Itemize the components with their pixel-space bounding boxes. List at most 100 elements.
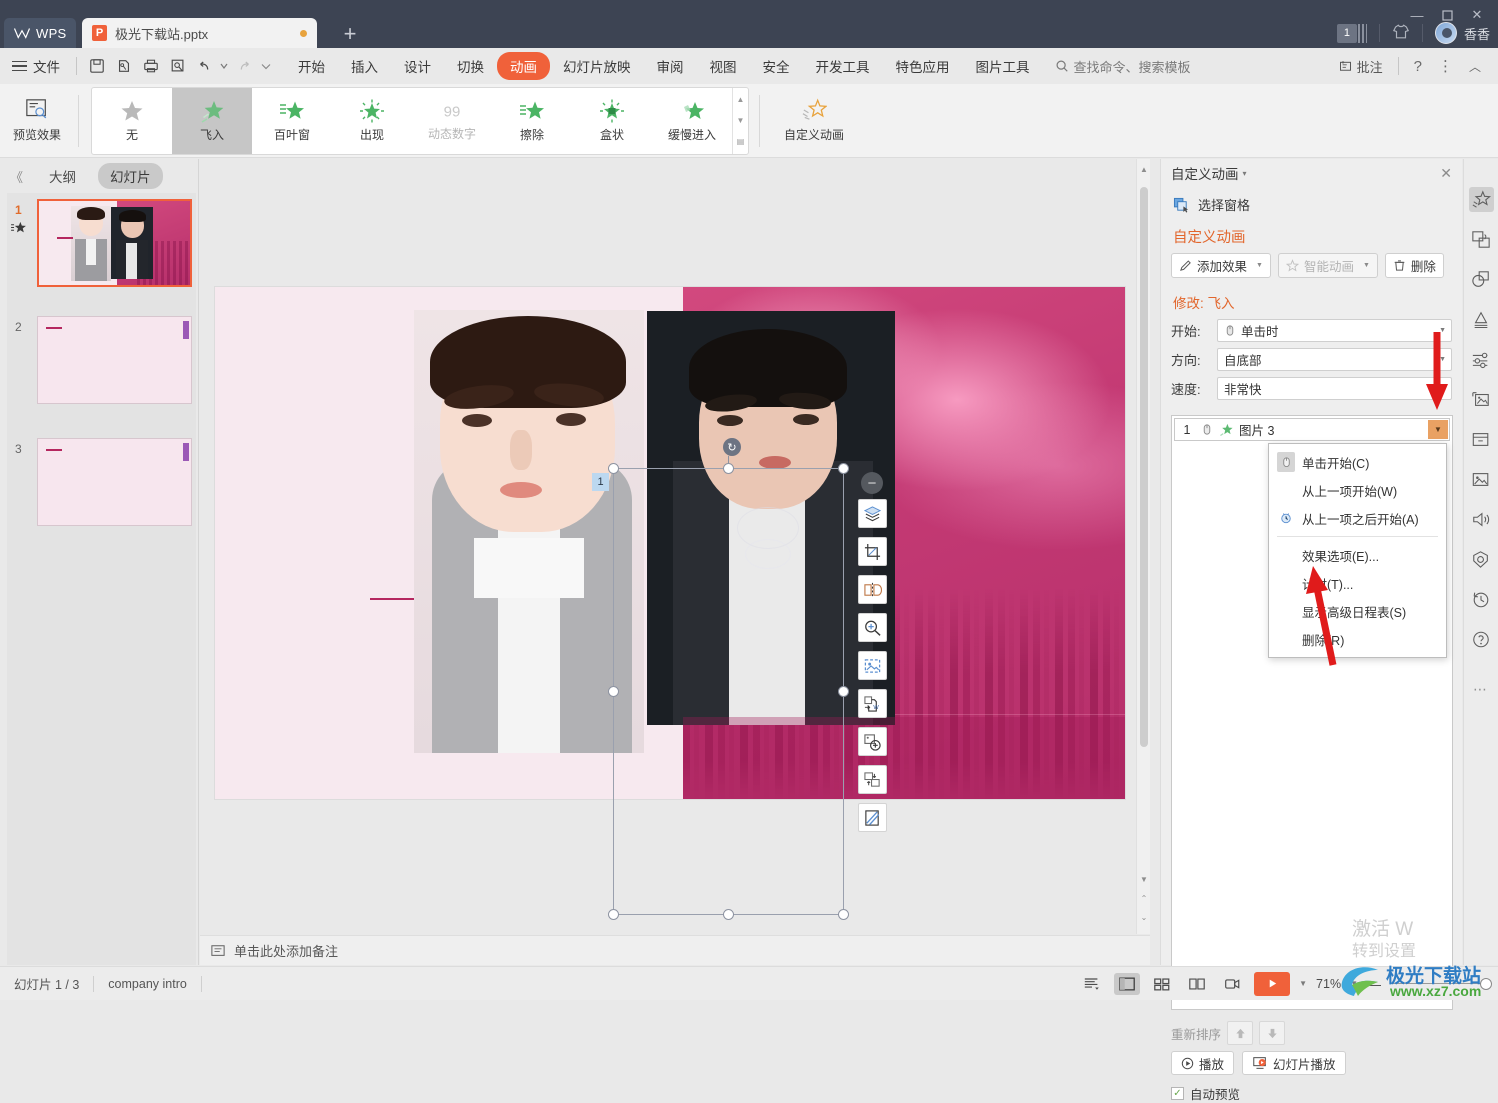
gallery-scroll-up[interactable]: ▲ — [733, 90, 748, 110]
resize-handle-tl[interactable] — [608, 463, 619, 474]
animation-order-tag[interactable]: 1 — [592, 473, 609, 491]
canvas-vertical-scrollbar[interactable]: ▲ ▼ ⌃ ⌄ — [1136, 159, 1150, 934]
tab-slideshow[interactable]: 幻灯片放映 — [550, 52, 644, 80]
thumbnail-row[interactable]: 2 — [7, 316, 196, 420]
effect-wipe[interactable]: 擦除 — [492, 88, 572, 154]
collapse-toolbar-icon[interactable]: − — [861, 472, 883, 494]
picture-icon[interactable] — [1469, 467, 1494, 492]
start-select[interactable]: 单击时 ▼ — [1217, 319, 1452, 342]
next-slide-button[interactable]: ⌄ — [1137, 909, 1151, 925]
tab-security[interactable]: 安全 — [750, 52, 803, 80]
menu-item-start-with-previous[interactable]: 从上一项开始(W) — [1269, 476, 1446, 504]
save-icon[interactable] — [83, 53, 110, 79]
tab-insert[interactable]: 插入 — [338, 52, 391, 80]
tab-picture-tools[interactable]: 图片工具 — [963, 52, 1043, 80]
custom-animation-ribbon-button[interactable]: 自定义动画 — [772, 86, 856, 156]
image-effects-icon[interactable] — [857, 803, 887, 832]
preview-effect-button[interactable]: 预览效果 — [0, 86, 74, 156]
animation-pane-icon[interactable] — [1468, 187, 1494, 212]
menu-item-show-advanced-timeline[interactable]: 显示高级日程表(S) — [1269, 597, 1446, 625]
selection-pane-button[interactable]: 选择窗格 — [1161, 187, 1462, 216]
history-icon[interactable] — [1469, 587, 1494, 612]
chevron-down-icon[interactable]: ▼ — [1439, 385, 1446, 392]
collapse-ribbon-button[interactable]: ︿ — [1462, 58, 1488, 75]
effect-dynamic-number[interactable]: 99 动态数字 — [412, 88, 492, 154]
tab-transition[interactable]: 切换 — [444, 52, 497, 80]
effect-none[interactable]: 无 — [92, 88, 172, 154]
menu-item-timing[interactable]: 计时(T)... — [1269, 569, 1446, 597]
command-search[interactable]: 查找命令、搜索模板 — [1055, 57, 1191, 76]
gallery-scroll-down[interactable]: ▼ — [733, 111, 748, 131]
tab-dev-tools[interactable]: 开发工具 — [803, 52, 883, 80]
flip-icon[interactable] — [857, 575, 887, 604]
tab-animation[interactable]: 动画 — [497, 52, 550, 80]
tab-start[interactable]: 开始 — [285, 52, 338, 80]
resize-handle-tr[interactable] — [838, 463, 849, 474]
chevron-down-icon[interactable]: ▼ — [1439, 327, 1446, 334]
animation-list-item[interactable]: 1 图片 3 ▼ — [1174, 418, 1450, 441]
page-count-badge[interactable]: 1 — [1336, 23, 1367, 43]
close-pane-icon[interactable]: ✕ — [1440, 165, 1452, 182]
delete-effect-button[interactable]: 删除 — [1384, 253, 1444, 278]
help-button[interactable]: ? — [1407, 58, 1429, 75]
extract-to-word-icon[interactable]: W — [857, 689, 887, 718]
add-image-icon[interactable] — [857, 727, 887, 756]
auto-preview-checkbox[interactable]: ✓ — [1171, 1087, 1184, 1100]
file-menu-button[interactable]: 文件 — [0, 56, 70, 76]
list-view-icon[interactable] — [1079, 973, 1105, 995]
security-icon[interactable] — [1469, 547, 1494, 572]
comment-button[interactable]: 批注 — [1331, 57, 1390, 76]
move-up-button[interactable] — [1227, 1021, 1254, 1045]
resize-handle-bl[interactable] — [608, 909, 619, 920]
print-preview-icon[interactable] — [164, 53, 191, 79]
resize-handle-mr[interactable] — [838, 686, 849, 697]
smart-animation-button[interactable]: 智能动画 ▼ — [1277, 253, 1378, 278]
effect-fly-in[interactable]: 飞入 — [172, 87, 252, 154]
effect-blinds[interactable]: 百叶窗 — [252, 88, 332, 154]
scroll-up-arrow[interactable]: ▲ — [1137, 161, 1151, 177]
zoom-out-button[interactable]: — — [1367, 976, 1381, 992]
menu-item-effect-options[interactable]: 效果选项(E)... — [1269, 541, 1446, 569]
slide-thumbnail-3[interactable] — [37, 438, 192, 526]
swap-image-icon[interactable] — [857, 765, 887, 794]
menu-item-start-on-click[interactable]: 单击开始(C) — [1269, 448, 1446, 476]
resize-handle-br[interactable] — [838, 909, 849, 920]
redo-icon[interactable] — [230, 53, 257, 79]
print-icon[interactable] — [137, 53, 164, 79]
resize-handle-tc[interactable] — [723, 463, 734, 474]
speed-select[interactable]: 非常快 ▼ — [1217, 377, 1452, 400]
thumbnail-row[interactable]: 3 — [7, 438, 196, 542]
slide-thumbnail-2[interactable] — [37, 316, 192, 404]
scrollbar-thumb[interactable] — [1140, 187, 1148, 747]
save-as-icon[interactable] — [110, 53, 137, 79]
add-effect-button[interactable]: 添加效果 ▼ — [1171, 253, 1271, 278]
user-avatar[interactable] — [1434, 22, 1457, 44]
tab-slides[interactable]: 幻灯片 — [98, 163, 163, 189]
slide-sorter-icon[interactable] — [1149, 973, 1175, 995]
menu-item-remove[interactable]: 删除(R) — [1269, 625, 1446, 653]
document-tab[interactable]: 极光下载站.pptx — [82, 18, 317, 48]
effect-slow-entry[interactable]: 缓慢进入 — [652, 88, 732, 154]
chevron-down-icon[interactable]: ▼ — [1363, 262, 1370, 269]
wps-home-button[interactable]: WPS — [4, 18, 76, 48]
presenter-view-icon[interactable] — [1219, 973, 1245, 995]
effect-box[interactable]: 盒状 — [572, 88, 652, 154]
more-quick-access-icon[interactable] — [257, 53, 275, 79]
collapse-pane-icon[interactable]: 《 — [6, 167, 27, 186]
archive-icon[interactable] — [1469, 427, 1494, 452]
skin-theme-icon[interactable] — [1392, 23, 1410, 43]
start-slideshow-button[interactable] — [1254, 971, 1291, 996]
zoom-dropdown-icon[interactable]: ▼ — [1350, 979, 1358, 988]
help-icon[interactable] — [1469, 627, 1494, 652]
auto-preview-row[interactable]: ✓ 自动预览 — [1171, 1084, 1240, 1103]
scroll-down-arrow[interactable]: ▼ — [1137, 871, 1151, 887]
resize-handle-ml[interactable] — [608, 686, 619, 697]
zoom-slider[interactable] — [1390, 978, 1492, 990]
zoom-in-icon[interactable] — [857, 613, 887, 642]
text-art-icon[interactable] — [1469, 307, 1494, 332]
image-select-icon[interactable] — [857, 651, 887, 680]
direction-select[interactable]: 自底部 ▼ — [1217, 348, 1452, 371]
tab-review[interactable]: 审阅 — [644, 52, 697, 80]
animation-item-dropdown-icon[interactable]: ▼ — [1428, 420, 1448, 439]
audio-icon[interactable] — [1469, 507, 1494, 532]
